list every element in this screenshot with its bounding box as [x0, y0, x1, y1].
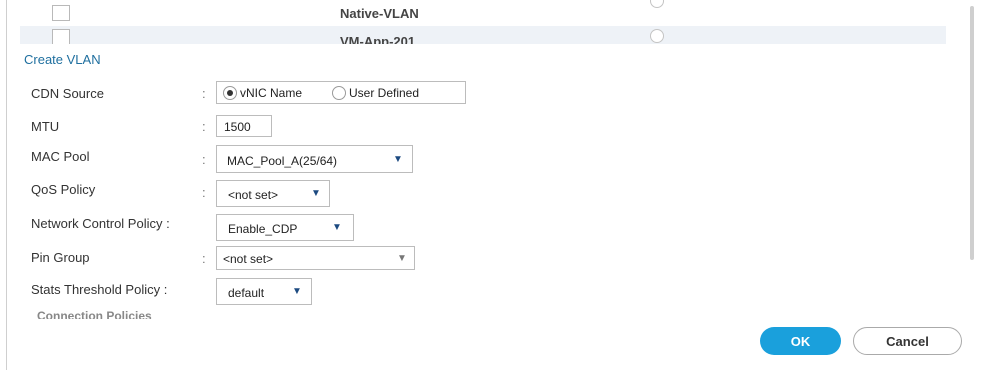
stats-threshold-policy-value: default	[228, 286, 265, 300]
vlan-name: VM-App-201	[340, 34, 416, 44]
pin-group-value: <not set>	[223, 252, 274, 266]
network-control-policy-value: Enable_CDP	[228, 222, 298, 236]
vnic-name-option[interactable]: vNIC Name	[223, 86, 302, 100]
chevron-down-icon: ▼	[332, 222, 342, 233]
connection-policies-header: Connection Policies	[37, 309, 237, 319]
scrollbar-thumb[interactable]	[970, 6, 974, 260]
chevron-down-icon: ▼	[393, 154, 403, 165]
network-control-policy-select[interactable]: Enable_CDP ▼	[216, 214, 354, 241]
colon: :	[202, 119, 206, 134]
pin-group-label: Pin Group	[31, 250, 90, 265]
radio-checked-icon[interactable]	[223, 86, 237, 100]
vlan-row[interactable]: Native-VLAN	[20, 0, 946, 24]
colon: :	[202, 185, 206, 200]
colon: :	[202, 152, 206, 167]
cdn-source-radio-group: vNIC Name User Defined	[216, 81, 466, 104]
mtu-input[interactable]: 1500	[216, 115, 272, 137]
native-vlan-radio[interactable]	[650, 29, 664, 43]
stats-threshold-policy-select[interactable]: default ▼	[216, 278, 312, 305]
vlan-checkbox[interactable]	[52, 29, 70, 44]
dialog-left-border	[6, 0, 7, 370]
vlan-name: Native-VLAN	[340, 6, 419, 21]
vnic-name-option-label: vNIC Name	[240, 86, 303, 100]
user-defined-option-label: User Defined	[349, 86, 420, 100]
connection-policies-title: Connection Policies	[37, 309, 152, 319]
pin-group-select[interactable]: <not set> ▼	[216, 246, 415, 270]
native-vlan-radio[interactable]	[650, 0, 664, 8]
vlan-list-scrollbar[interactable]	[967, 6, 976, 260]
radio-unchecked-icon[interactable]	[332, 86, 346, 100]
colon: :	[202, 86, 206, 101]
chevron-down-icon: ▼	[311, 188, 321, 199]
qos-policy-label: QoS Policy	[31, 182, 96, 197]
mac-pool-select[interactable]: MAC_Pool_A(25/64) ▼	[216, 145, 413, 173]
vlan-checkbox[interactable]	[52, 5, 70, 21]
qos-policy-select[interactable]: <not set> ▼	[216, 180, 330, 207]
cdn-source-label: CDN Source	[31, 86, 104, 101]
qos-policy-value: <not set>	[228, 188, 279, 202]
user-defined-option[interactable]: User Defined	[332, 86, 419, 100]
chevron-down-icon: ▼	[292, 286, 302, 297]
stats-threshold-policy-label: Stats Threshold Policy :	[31, 282, 168, 297]
mac-pool-value: MAC_Pool_A(25/64)	[227, 154, 338, 168]
vlan-row[interactable]: VM-App-201	[20, 26, 946, 44]
colon: :	[202, 251, 206, 266]
cancel-button[interactable]: Cancel	[853, 327, 962, 355]
create-vlan-link[interactable]: Create VLAN	[24, 52, 101, 67]
chevron-down-icon: ▼	[397, 253, 407, 264]
network-control-policy-label: Network Control Policy :	[31, 216, 170, 231]
mtu-label: MTU	[31, 119, 60, 134]
ok-button[interactable]: OK	[760, 327, 841, 355]
mac-pool-label: MAC Pool	[31, 149, 90, 164]
